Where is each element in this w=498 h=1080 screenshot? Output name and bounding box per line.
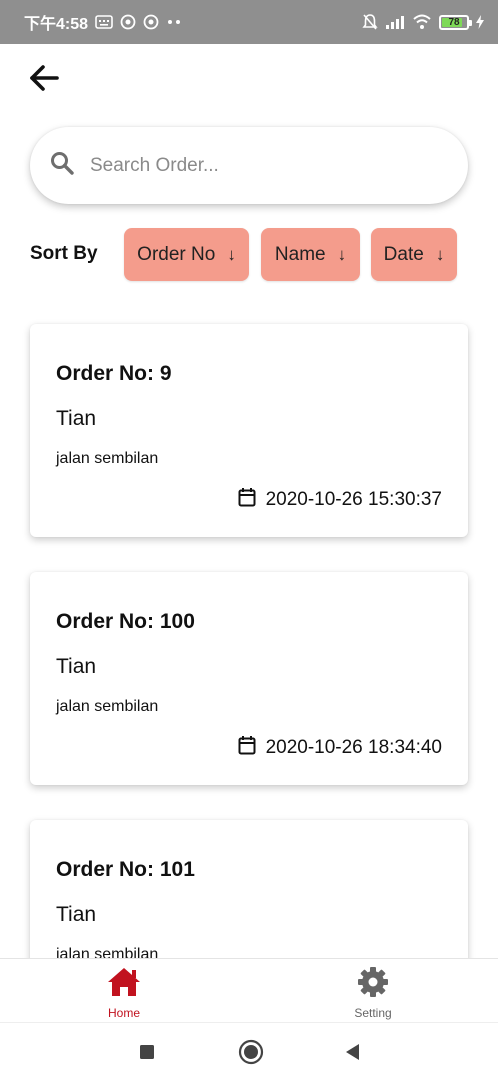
search-input[interactable] [90, 154, 420, 177]
order-date-row: 2020-10-26 15:30:37 [238, 487, 442, 513]
more-notifications-icon [166, 19, 182, 25]
order-number: Order No: 9 [56, 362, 172, 385]
order-address: jalan sembilan [56, 698, 159, 715]
nav-label-setting: Setting [354, 1006, 392, 1020]
sort-button-label: Name [274, 243, 326, 265]
square-icon [140, 1045, 154, 1059]
charging-icon [476, 15, 484, 29]
order-address: jalan sembilan [56, 946, 159, 958]
app-notification-icon [120, 14, 136, 30]
nav-item-setting[interactable]: Setting [293, 959, 453, 1023]
signal-icon [385, 15, 405, 29]
sort-by-name-button[interactable]: Name ↓ [261, 228, 360, 281]
order-date-row: 2020-10-26 18:34:40 [238, 735, 442, 761]
bottom-navigation: Home Setting [0, 958, 498, 1022]
system-navigation-bar [0, 1022, 498, 1080]
status-time: 下午4:58 [24, 16, 89, 33]
recent-apps-button[interactable] [132, 1038, 162, 1066]
status-bar: 下午4:58 78 [0, 0, 498, 44]
arrow-left-icon [30, 65, 59, 91]
order-date: 2020-10-26 15:30:37 [265, 489, 442, 510]
keyboard-notification-icon [95, 15, 113, 29]
search-icon [50, 151, 74, 180]
order-card[interactable]: Order No: 9 Tian jalan sembilan 2020-10-… [30, 324, 468, 537]
order-date: 2020-10-26 18:34:40 [265, 737, 442, 758]
arrow-down-icon: ↓ [227, 244, 236, 264]
status-left: 下午4:58 [24, 10, 182, 34]
calendar-icon [238, 487, 256, 513]
sort-button-label: Order No [137, 243, 216, 265]
order-card[interactable]: Order No: 101 Tian jalan sembilan [30, 820, 468, 958]
order-customer-name: Tian [56, 407, 97, 430]
nav-item-home[interactable]: Home [44, 959, 204, 1023]
order-card[interactable]: Order No: 100 Tian jalan sembilan 2020-1… [30, 572, 468, 785]
battery-icon: 78 [439, 14, 472, 30]
sort-by-order-no-button[interactable]: Order No ↓ [124, 228, 249, 281]
arrow-down-icon: ↓ [337, 244, 347, 264]
battery-level: 78 [448, 16, 460, 28]
search-box[interactable] [30, 127, 468, 204]
app-screen: 下午4:58 78 Search Order... Sort By Order … [0, 0, 498, 1080]
mute-bell-icon [362, 13, 378, 31]
sort-row: Sort By Order No ↓ Name ↓ Date ↓ [30, 228, 470, 281]
nav-label-home: Home [107, 1006, 140, 1020]
sort-by-date-button[interactable]: Date ↓ [371, 228, 457, 281]
order-address: jalan sembilan [56, 450, 159, 467]
triangle-back-icon [346, 1044, 359, 1060]
order-list[interactable]: Order No: 9 Tian jalan sembilan 2020-10-… [0, 300, 498, 958]
gear-icon [357, 965, 389, 999]
order-customer-name: Tian [56, 655, 97, 678]
home-system-button[interactable] [236, 1038, 266, 1066]
app-notification-icon-2 [143, 14, 159, 30]
order-number: Order No: 100 [56, 610, 195, 633]
order-number: Order No: 101 [56, 858, 195, 881]
arrow-down-icon: ↓ [435, 244, 445, 264]
circle-icon [238, 1039, 264, 1065]
status-right: 78 [362, 13, 484, 31]
wifi-icon [412, 14, 432, 30]
back-button[interactable] [26, 60, 62, 96]
sort-label: Sort By [30, 243, 98, 264]
back-system-button[interactable] [338, 1038, 368, 1066]
order-customer-name: Tian [56, 903, 97, 926]
calendar-icon [238, 735, 256, 761]
home-icon [106, 965, 142, 999]
sort-button-label: Date [383, 243, 424, 265]
